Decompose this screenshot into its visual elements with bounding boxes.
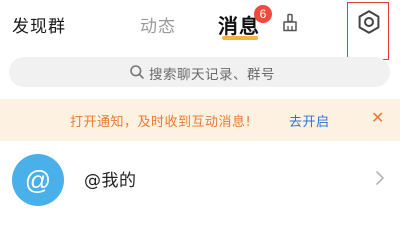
search-placeholder: 搜索聊天记录、群号 bbox=[149, 67, 275, 83]
tab-dynamics[interactable]: 动态 bbox=[140, 12, 176, 37]
enable-notifications-link[interactable]: 去开启 bbox=[289, 111, 330, 130]
list-item-label: @我的 bbox=[84, 171, 137, 191]
search-icon bbox=[130, 65, 144, 79]
gear-icon[interactable] bbox=[356, 9, 382, 35]
top-bar: 发现群 动态 消息 6 bbox=[0, 0, 400, 60]
notice-text: 打开通知，及时收到互动消息! bbox=[70, 115, 252, 130]
discover-groups-link[interactable]: 发现群 bbox=[12, 12, 66, 37]
search-bar[interactable]: 搜索聊天记录、群号 bbox=[9, 57, 390, 87]
mention-avatar: @ bbox=[12, 154, 64, 206]
close-icon[interactable]: ✕ bbox=[371, 108, 384, 127]
unread-badge: 6 bbox=[254, 5, 272, 23]
list-item-mentions[interactable]: @ @我的 bbox=[0, 150, 400, 208]
at-icon: @ bbox=[24, 165, 52, 195]
active-tab-indicator bbox=[222, 36, 258, 40]
chevron-right-icon bbox=[376, 171, 384, 185]
notification-banner: 打开通知，及时收到互动消息! 去开启 ✕ bbox=[0, 99, 400, 141]
broom-icon[interactable] bbox=[280, 13, 300, 33]
